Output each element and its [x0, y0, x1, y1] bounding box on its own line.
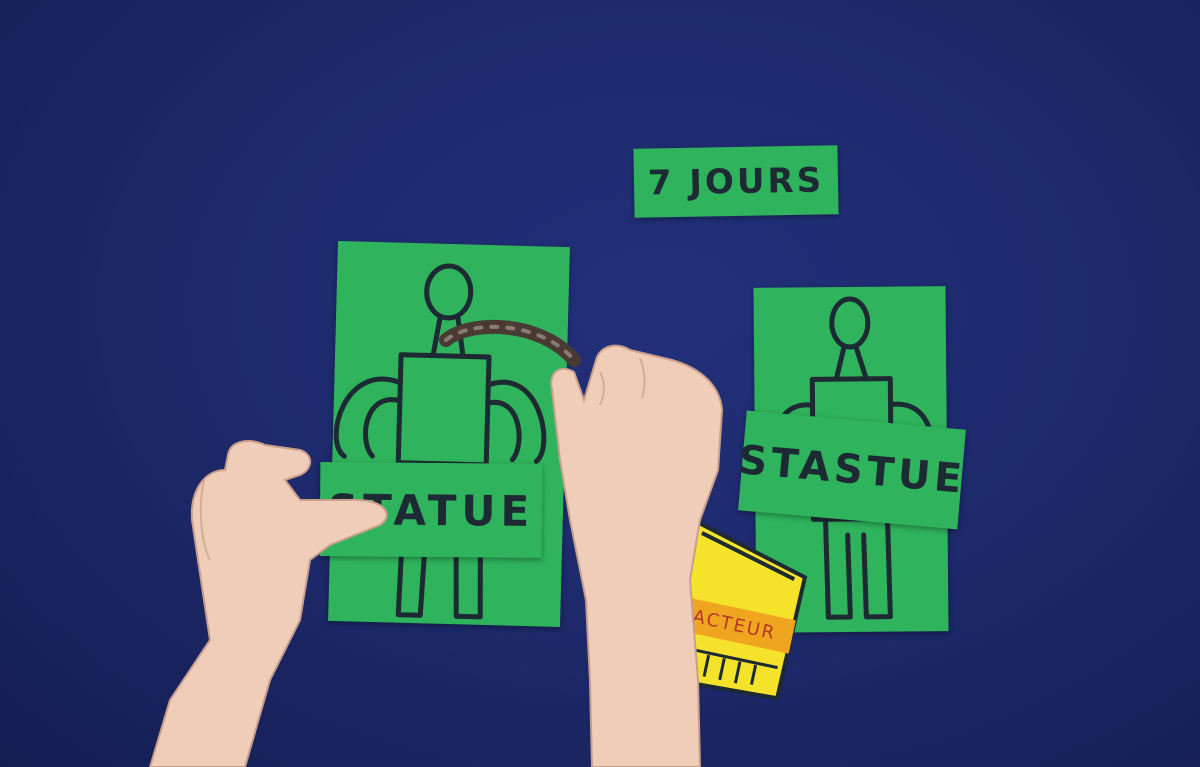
felt-background: 7 JOURS STATUE STASTUE ACTEUR	[0, 0, 1200, 767]
right-hand	[550, 344, 724, 767]
